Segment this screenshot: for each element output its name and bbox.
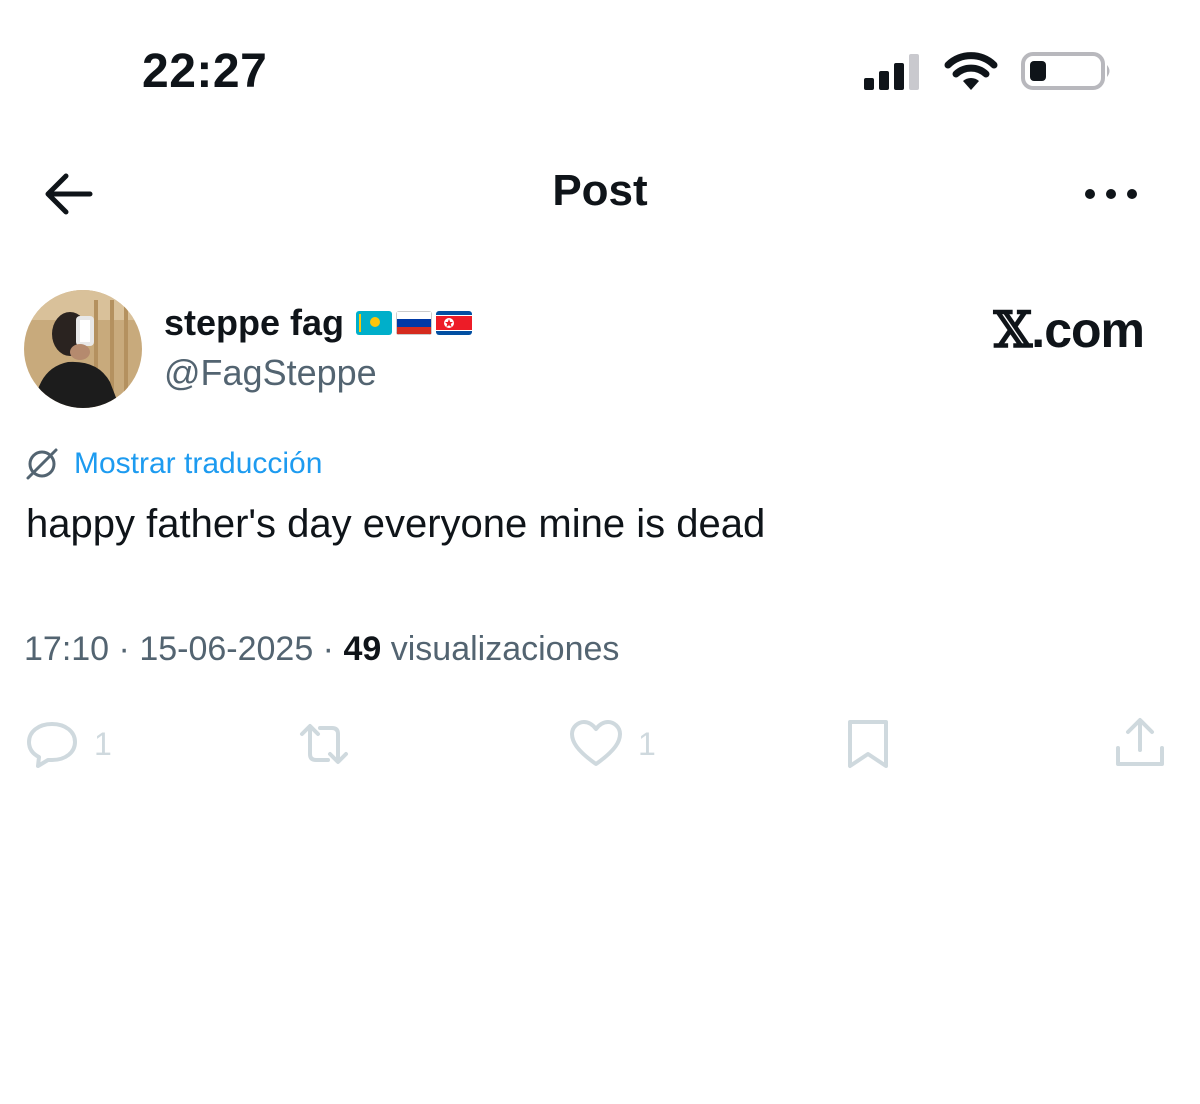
bookmark-icon xyxy=(848,720,888,768)
show-translation-link[interactable]: Mostrar traducción xyxy=(24,446,322,482)
status-bar-time: 22:27 xyxy=(142,45,268,98)
bookmark-button[interactable] xyxy=(840,716,896,772)
battery-icon xyxy=(1021,52,1110,90)
post-time[interactable]: 17:10 xyxy=(24,630,109,668)
reply-button[interactable]: 1 xyxy=(24,716,112,772)
author-handle[interactable]: @FagSteppe xyxy=(164,352,377,394)
like-button[interactable]: 1 xyxy=(568,716,656,772)
repost-button[interactable] xyxy=(296,716,352,772)
more-dots-icon xyxy=(1085,189,1137,199)
post-text: happy father's day everyone mine is dead xyxy=(26,502,766,546)
wifi-icon xyxy=(944,52,998,90)
globe-slash-icon xyxy=(26,448,58,480)
page-title: Post xyxy=(552,166,648,215)
russia-flag-icon xyxy=(396,311,433,335)
author-display-name[interactable]: steppe fag xyxy=(164,302,473,344)
flag-emojis xyxy=(356,311,473,335)
meta-separator: · xyxy=(313,630,344,668)
north-korea-flag-icon xyxy=(436,311,473,335)
watermark-brand: 𝕏 xyxy=(993,300,1033,359)
post-meta: 17:10 · 15-06-2025 · 49 visualizaciones xyxy=(24,630,619,669)
show-translation-label: Mostrar traducción xyxy=(74,447,323,480)
cellular-signal-icon xyxy=(864,54,919,90)
reply-bubble-icon xyxy=(27,722,77,768)
share-upload-icon xyxy=(1116,718,1164,766)
avatar[interactable] xyxy=(24,290,142,408)
repost-icon xyxy=(300,724,348,764)
like-count: 1 xyxy=(638,725,656,762)
x-com-watermark: 𝕏.com xyxy=(994,300,1145,359)
views-label: visualizaciones xyxy=(390,630,620,668)
post-detail-screen: 22:27 Post steppe fag @FagSteppe 𝕏.com M… xyxy=(0,0,1200,1104)
watermark-suffix: .com xyxy=(1031,302,1145,358)
avatar-photo xyxy=(24,290,142,408)
more-options-button[interactable] xyxy=(1080,180,1142,208)
views-count: 49 xyxy=(343,630,382,668)
author-name-text: steppe fag xyxy=(164,302,345,343)
share-button[interactable] xyxy=(1112,716,1168,772)
kazakhstan-flag-icon xyxy=(356,311,393,335)
post-date[interactable]: 15-06-2025 xyxy=(139,630,313,668)
status-bar-icons xyxy=(862,48,1122,94)
reply-count: 1 xyxy=(94,725,112,762)
meta-separator: · xyxy=(109,630,140,668)
heart-icon xyxy=(570,720,622,766)
